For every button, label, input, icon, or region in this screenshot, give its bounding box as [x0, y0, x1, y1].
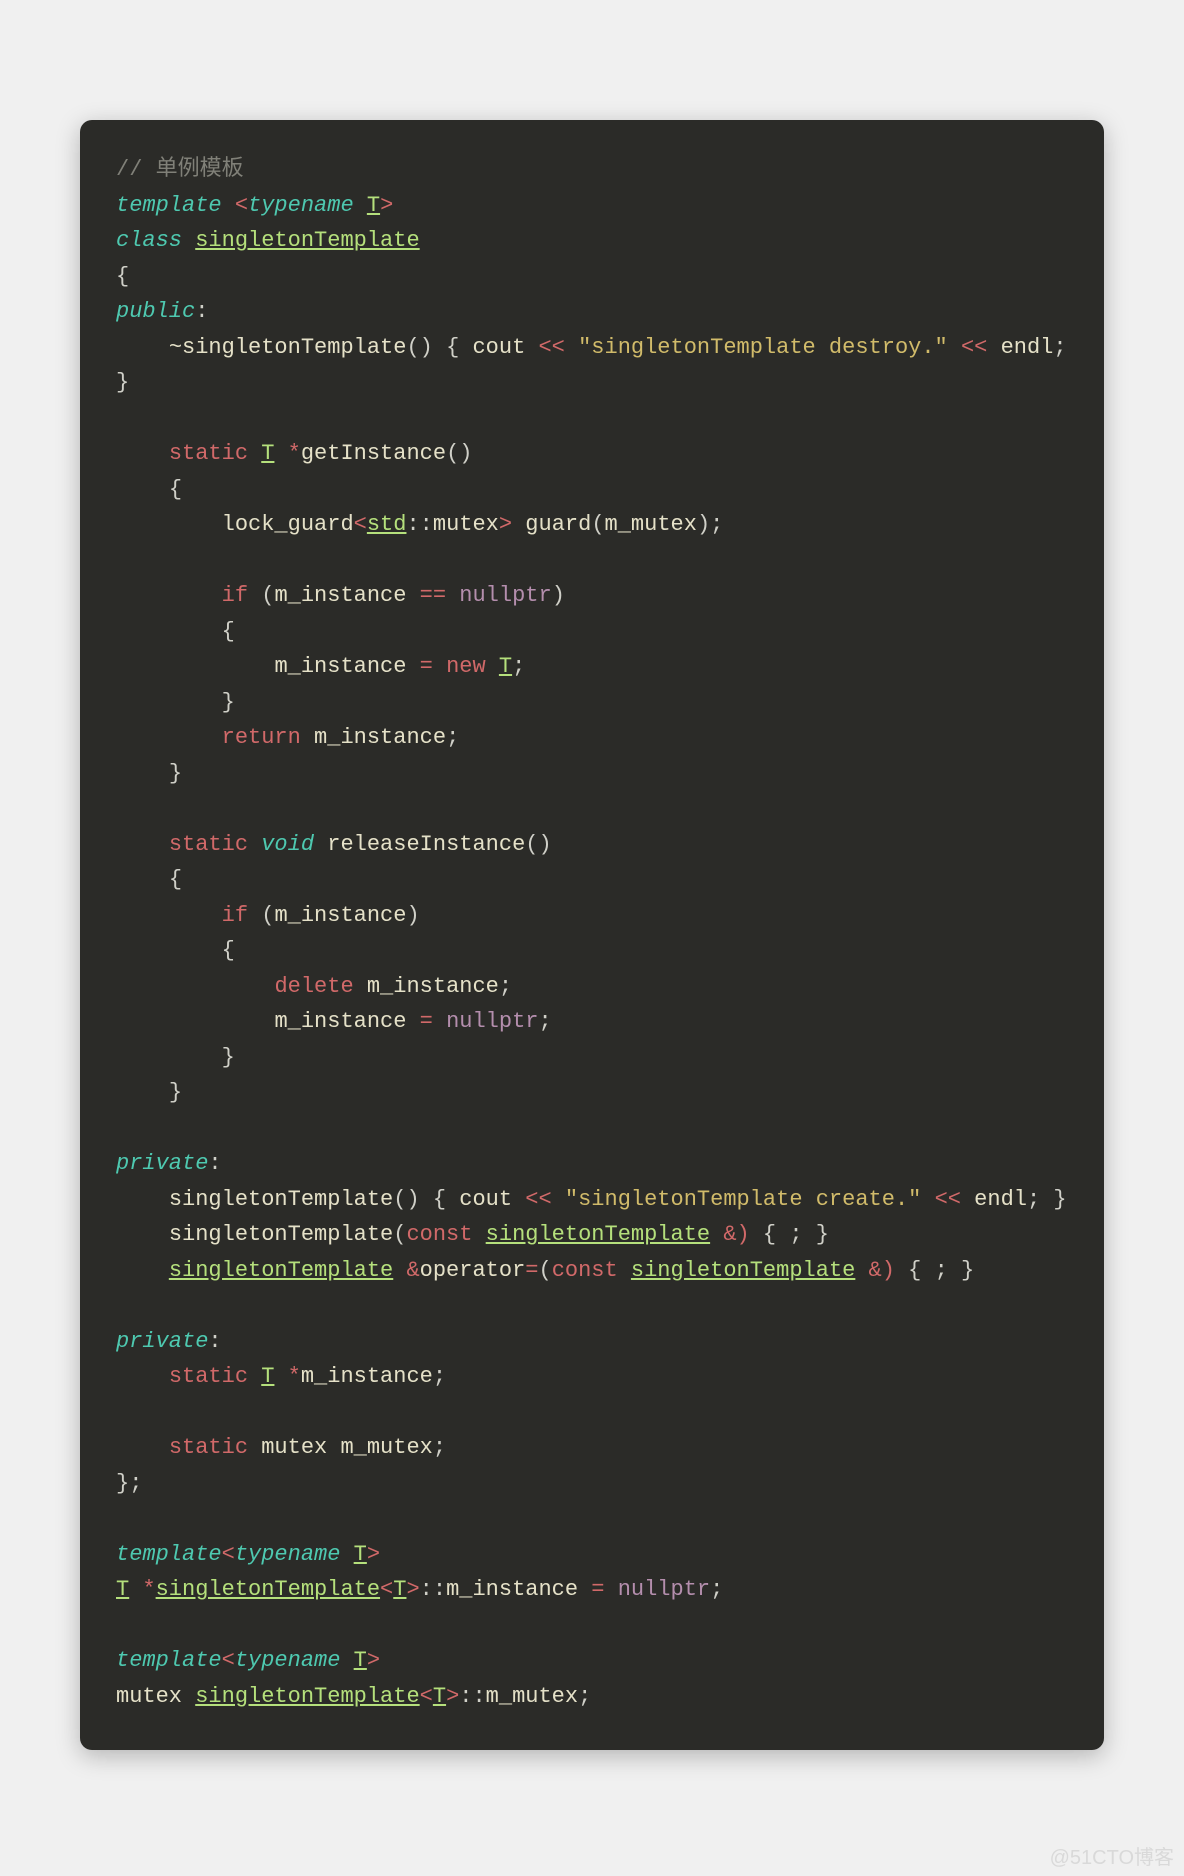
code-block: // 单例模板 template <typename T> class sing… [80, 120, 1104, 1750]
kw-static: static [169, 441, 248, 466]
m-instance: m_instance [274, 583, 406, 608]
colon: : [195, 299, 208, 324]
kw-new: new [446, 654, 486, 679]
code-content: // 单例模板 template <typename T> class sing… [116, 152, 1068, 1714]
str-destroy: "singletonTemplate destroy." [578, 335, 948, 360]
kw-if: if [222, 583, 248, 608]
parens: () [406, 335, 432, 360]
kw-typename: typename [248, 193, 354, 218]
kw-class: class [116, 228, 182, 253]
endl: endl [1001, 335, 1054, 360]
kw-delete: delete [274, 974, 353, 999]
lock-guard: lock_guard [222, 512, 354, 537]
operator: operator [420, 1258, 526, 1283]
op-eqeq: == [420, 583, 446, 608]
m-mutex: m_mutex [605, 512, 697, 537]
kw-template: template [116, 193, 222, 218]
kw-void: void [261, 832, 314, 857]
op-star: * [288, 441, 301, 466]
op-amp: & [406, 1258, 419, 1283]
watermark: @51CTO博客 [1050, 1841, 1174, 1870]
kw-const: const [406, 1222, 472, 1247]
cout: cout [472, 335, 525, 360]
brace-open: { [116, 264, 129, 289]
mutex: mutex [433, 512, 499, 537]
fn-release: releaseInstance [327, 832, 525, 857]
kw-private: private [116, 1151, 208, 1176]
op-shift: << [538, 335, 564, 360]
kw-return: return [222, 725, 301, 750]
type-singleton: singletonTemplate [195, 228, 419, 253]
kw-public: public [116, 299, 195, 324]
destructor: ~singletonTemplate [169, 335, 407, 360]
str-create: "singletonTemplate create." [565, 1187, 921, 1212]
op-eq: = [420, 654, 433, 679]
angle-open: < [235, 193, 248, 218]
op-ampclose: &) [723, 1222, 749, 1247]
fn-getInstance: getInstance [301, 441, 446, 466]
constructor: singletonTemplate [169, 1187, 393, 1212]
angle-close: > [380, 193, 393, 218]
type-std: std [367, 512, 407, 537]
type-T: T [367, 193, 380, 218]
guard: guard [525, 512, 591, 537]
code-comment: // 单例模板 [116, 157, 244, 182]
type-T: T [261, 441, 274, 466]
nullptr: nullptr [459, 583, 551, 608]
